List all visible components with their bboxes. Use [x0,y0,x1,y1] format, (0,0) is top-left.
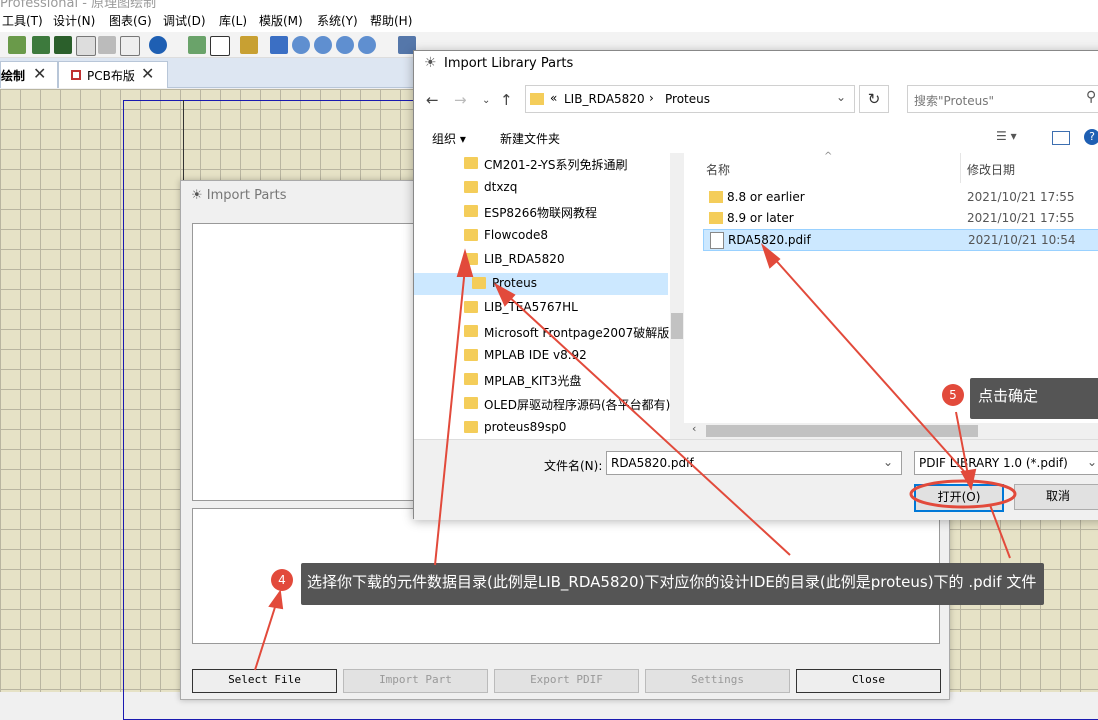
arrow-to-pdif-file [760,243,971,479]
arrow-step4-to-select-file [254,589,284,671]
arrow-step4-to-lib-folder [434,248,474,566]
open-button-highlight-ring [909,479,1017,509]
arrow-tail [989,504,1011,559]
annotation-overlay [254,243,1017,671]
arrow-step5-to-open [955,411,977,491]
arrow-step4-to-proteus-folder [493,282,791,556]
